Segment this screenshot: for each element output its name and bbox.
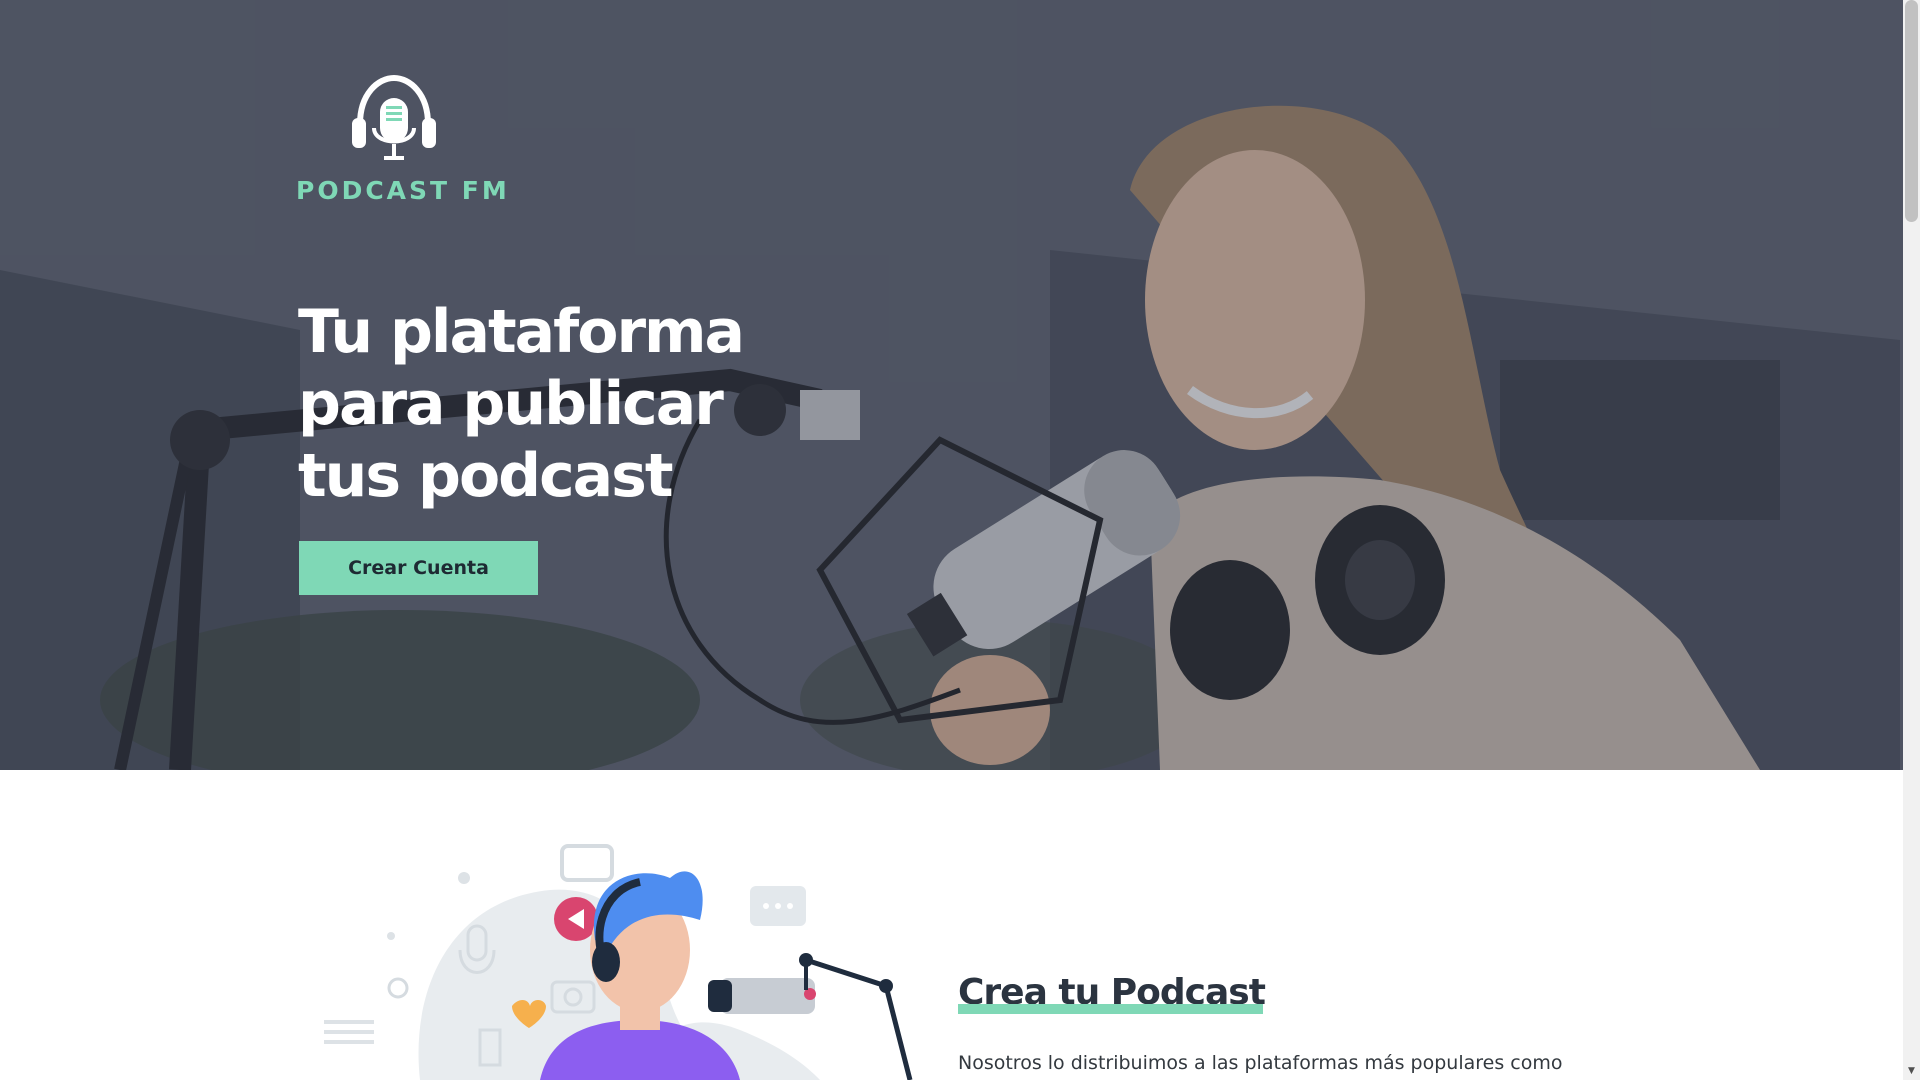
hero-title: Tu plataforma para publicar tus podcast [298,296,858,512]
podcaster-illustration [290,830,930,1080]
section-title-underline [958,1004,1263,1014]
hero-title-line: tus podcast [298,441,674,511]
hero-overlay [0,0,1903,770]
scrollbar-thumb[interactable] [1905,0,1918,222]
hero-title-line: para publicar [298,369,724,439]
create-account-button[interactable]: Crear Cuenta [299,541,538,595]
logo-text: PODCAST FM [296,176,510,205]
headphones-microphone-icon [352,74,436,160]
scroll-down-arrow-icon[interactable]: ▼ [1903,1064,1920,1078]
hero-title-line: Tu plataforma [298,297,745,367]
page-scrollbar[interactable]: ▼ [1903,0,1920,1080]
hero-section: PODCAST FM Tu plataforma para publicar t… [0,0,1903,770]
section-description: Nosotros lo distribuimos a las plataform… [958,1052,1563,1074]
